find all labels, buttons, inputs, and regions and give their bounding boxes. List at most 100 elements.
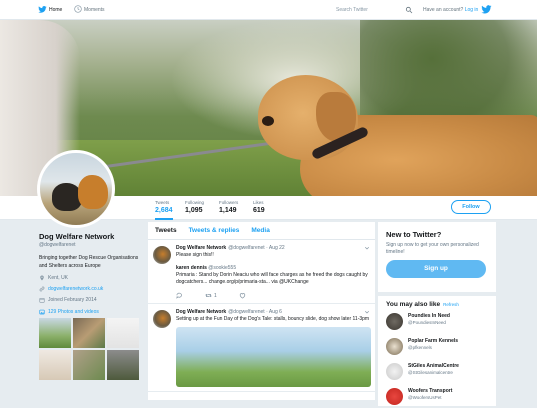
calendar-icon — [39, 297, 45, 303]
search-icon[interactable] — [405, 6, 413, 14]
stat-value: 619 — [253, 207, 265, 214]
photo-thumbnail[interactable] — [39, 350, 71, 380]
profile-handle[interactable]: @dogwelfarenet — [39, 242, 145, 248]
photo-thumbnail[interactable] — [107, 350, 139, 380]
nav-home[interactable]: Home — [49, 7, 62, 13]
profile-name[interactable]: Dog Welfare Network — [39, 232, 145, 241]
tweet-avatar[interactable] — [153, 246, 171, 264]
suggestions-title: You may also like — [386, 301, 441, 308]
login-link[interactable]: Log in — [465, 7, 479, 13]
timeline: Tweets Tweets & replies Media Dog Welfar… — [148, 222, 375, 400]
profile-website[interactable]: dogwelfarenetwork.co.uk — [39, 286, 145, 292]
tweet-meta: @dogwelfarenet · Aug 22 — [228, 245, 285, 251]
twitter-logo-icon — [481, 5, 492, 14]
tweet-text: Setting up at the Fun Day of the Dog's T… — [176, 316, 370, 322]
stat-followers[interactable]: Followers 1,149 — [219, 200, 238, 214]
suggestion-item[interactable]: Poplar Farm Kennels @pfkennels — [386, 338, 488, 358]
quoted-tweet[interactable]: karen dennis @sookie555 Primaria : Stand… — [176, 265, 370, 286]
tweet[interactable]: Dog Welfare Network @dogwelfarenet · Aug… — [148, 304, 375, 392]
suggestion-avatar[interactable] — [386, 338, 403, 355]
suggestion-item[interactable]: Poundies In Need @PoundiesInNeed — [386, 313, 488, 333]
reply-icon[interactable] — [176, 292, 183, 299]
suggestion-item[interactable]: Woofers Transport @WoofersUsPet — [386, 388, 488, 408]
follow-button[interactable]: Follow — [451, 200, 491, 214]
stat-following[interactable]: Following 1,095 — [185, 200, 204, 214]
login-prompt-text: Have an account? — [423, 7, 464, 13]
stat-label: Followers — [219, 200, 239, 205]
link-icon — [39, 286, 45, 292]
nav-moments[interactable]: Moments — [84, 7, 105, 13]
location-text: Kent, UK — [48, 275, 69, 281]
quote-text: Primaria : Stand by Dorin Neaciu who wil… — [176, 272, 368, 285]
joined-text: Joined February 2014 — [48, 297, 97, 303]
suggestion-handle: @StGilesanimalcentre — [408, 370, 453, 375]
retweet-action[interactable]: 1 — [205, 292, 217, 299]
retweet-icon[interactable] — [205, 292, 212, 299]
quote-author-handle: @sookie555 — [208, 265, 237, 271]
login-prompt: Have an account? Log in — [423, 7, 478, 13]
tweet[interactable]: Dog Welfare Network @dogwelfarenet · Aug… — [148, 240, 375, 304]
tweet-header: Dog Welfare Network @dogwelfarenet · Aug… — [176, 245, 370, 251]
profile-bio: Bringing together Dog Rescue Organisatio… — [39, 255, 139, 269]
timeline-tabs: Tweets Tweets & replies Media — [148, 222, 375, 240]
tweet-author-name[interactable]: Dog Welfare Network — [176, 309, 226, 315]
suggestions-header: You may also like Refresh — [386, 301, 488, 308]
signup-description: Sign up now to get your own personalized… — [386, 242, 479, 255]
retweet-count: 1 — [214, 292, 217, 299]
photos-videos-label[interactable]: 129 Photos and videos — [48, 309, 99, 315]
profile-sidebar: Dog Welfare Network @dogwelfarenet Bring… — [39, 232, 145, 380]
suggestion-avatar[interactable] — [386, 313, 403, 330]
profile-avatar[interactable] — [37, 150, 115, 228]
stat-likes[interactable]: Likes 619 — [253, 200, 265, 214]
photo-thumbnail[interactable] — [73, 318, 105, 348]
home-icon[interactable] — [38, 5, 47, 14]
moments-icon[interactable] — [74, 5, 82, 13]
photo-icon — [39, 309, 45, 315]
suggestion-avatar[interactable] — [386, 363, 403, 380]
right-sidebar: New to Twitter? Sign up now to get your … — [378, 222, 496, 406]
tweet-media-image[interactable] — [176, 327, 371, 387]
chevron-down-icon[interactable] — [364, 245, 370, 251]
stat-label: Tweets — [155, 200, 170, 205]
suggestion-avatar[interactable] — [386, 388, 403, 405]
search-placeholder: Search Twitter — [336, 7, 368, 13]
tweet-avatar[interactable] — [153, 310, 171, 328]
suggestion-name[interactable]: StGiles AnimalCentre — [408, 363, 488, 369]
suggestion-handle: @pfkennels — [408, 345, 432, 350]
refresh-link[interactable]: Refresh — [443, 302, 459, 307]
top-nav-bar: Home Moments Search Twitter Have an acco… — [0, 0, 537, 20]
suggestion-handle: @PoundiesInNeed — [408, 320, 446, 325]
signup-title: New to Twitter? — [386, 230, 442, 239]
photo-thumbnail[interactable] — [107, 318, 139, 348]
photos-videos-link[interactable]: 129 Photos and videos — [39, 309, 145, 315]
tweet-author-name[interactable]: Dog Welfare Network — [176, 245, 226, 251]
tab-tweets[interactable]: Tweets — [155, 227, 177, 234]
tweet-text: Please sign this!! — [176, 252, 214, 258]
tweet-actions: 1 — [176, 292, 370, 299]
suggestion-name[interactable]: Woofers Transport — [408, 388, 488, 394]
suggestion-item[interactable]: StGiles AnimalCentre @StGilesanimalcentr… — [386, 363, 488, 383]
stat-tweets[interactable]: Tweets 2,684 — [155, 200, 173, 220]
chevron-down-icon[interactable] — [364, 309, 370, 315]
location-pin-icon — [40, 275, 44, 281]
stat-label: Likes — [253, 200, 264, 205]
suggestion-name[interactable]: Poundies In Need — [408, 313, 488, 319]
quote-author-name[interactable]: karen dennis — [176, 265, 207, 271]
signup-module: New to Twitter? Sign up now to get your … — [378, 222, 496, 292]
tweet-meta: @dogwelfarenet · Aug 6 — [228, 309, 282, 315]
stat-value: 1,095 — [185, 207, 203, 214]
stat-value: 2,684 — [155, 207, 173, 214]
search-input[interactable]: Search Twitter — [333, 5, 415, 15]
stat-label: Following — [185, 200, 205, 205]
photo-thumbnail[interactable] — [73, 350, 105, 380]
tab-media[interactable]: Media — [251, 227, 269, 234]
website-link[interactable]: dogwelfarenetwork.co.uk — [48, 286, 103, 292]
like-heart-icon[interactable] — [239, 292, 246, 299]
photo-thumbnail[interactable] — [39, 318, 71, 348]
who-to-follow-module: You may also like Refresh Poundies In Ne… — [378, 296, 496, 406]
signup-button[interactable]: Sign up — [386, 260, 486, 278]
suggestion-name[interactable]: Poplar Farm Kennels — [408, 338, 488, 344]
suggestion-handle: @WoofersUsPet — [408, 395, 442, 400]
tweet-header: Dog Welfare Network @dogwelfarenet · Aug… — [176, 309, 370, 315]
tab-tweets-replies[interactable]: Tweets & replies — [189, 227, 240, 234]
